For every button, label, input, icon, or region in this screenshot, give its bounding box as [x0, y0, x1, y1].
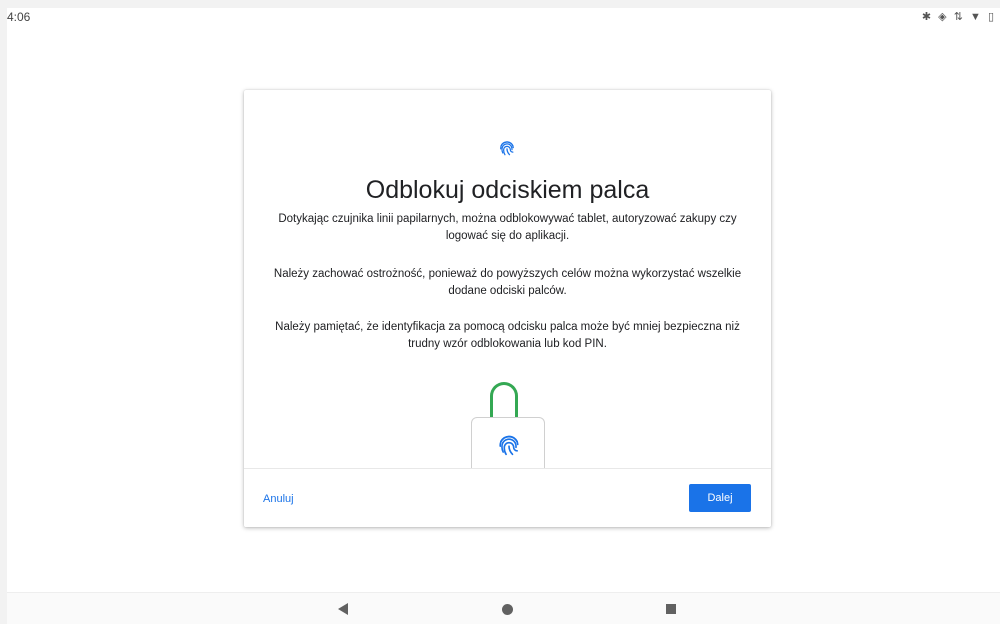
wifi-icon: ▼	[969, 11, 983, 23]
bluetooth-icon: ✱	[921, 11, 934, 23]
navigation-bar	[7, 592, 1000, 624]
description-paragraph-2: Należy zachować ostrożność, ponieważ do …	[273, 268, 742, 297]
dialog-footer: Anuluj Dalej	[244, 468, 771, 527]
fingerprint-icon	[500, 141, 514, 156]
padlock-shackle	[490, 382, 518, 422]
home-icon[interactable]	[502, 604, 513, 615]
next-button[interactable]: Dalej	[689, 484, 751, 512]
description-paragraph-3: Należy pamiętać, że identyfikacja za pom…	[275, 321, 740, 350]
status-time: 4:06	[7, 10, 31, 24]
cancel-button[interactable]: Anuluj	[263, 493, 294, 505]
status-icons: ✱ ◈ ⇅ ▼ ▯	[922, 10, 996, 23]
battery-icon: ▯	[987, 11, 996, 23]
recents-icon[interactable]	[666, 604, 676, 614]
back-icon[interactable]	[338, 603, 348, 615]
fingerprint-setup-dialog: Odblokuj odciskiem palca Dotykając czujn…	[244, 90, 771, 527]
dialog-title: Odblokuj odciskiem palca	[365, 176, 650, 204]
data-icon: ⇅	[953, 11, 965, 23]
vibrate-icon: ◈	[938, 11, 949, 23]
fingerprint-icon	[499, 435, 519, 456]
description-paragraph-1: Dotykając czujnika linii papilarnych, mo…	[278, 213, 737, 242]
